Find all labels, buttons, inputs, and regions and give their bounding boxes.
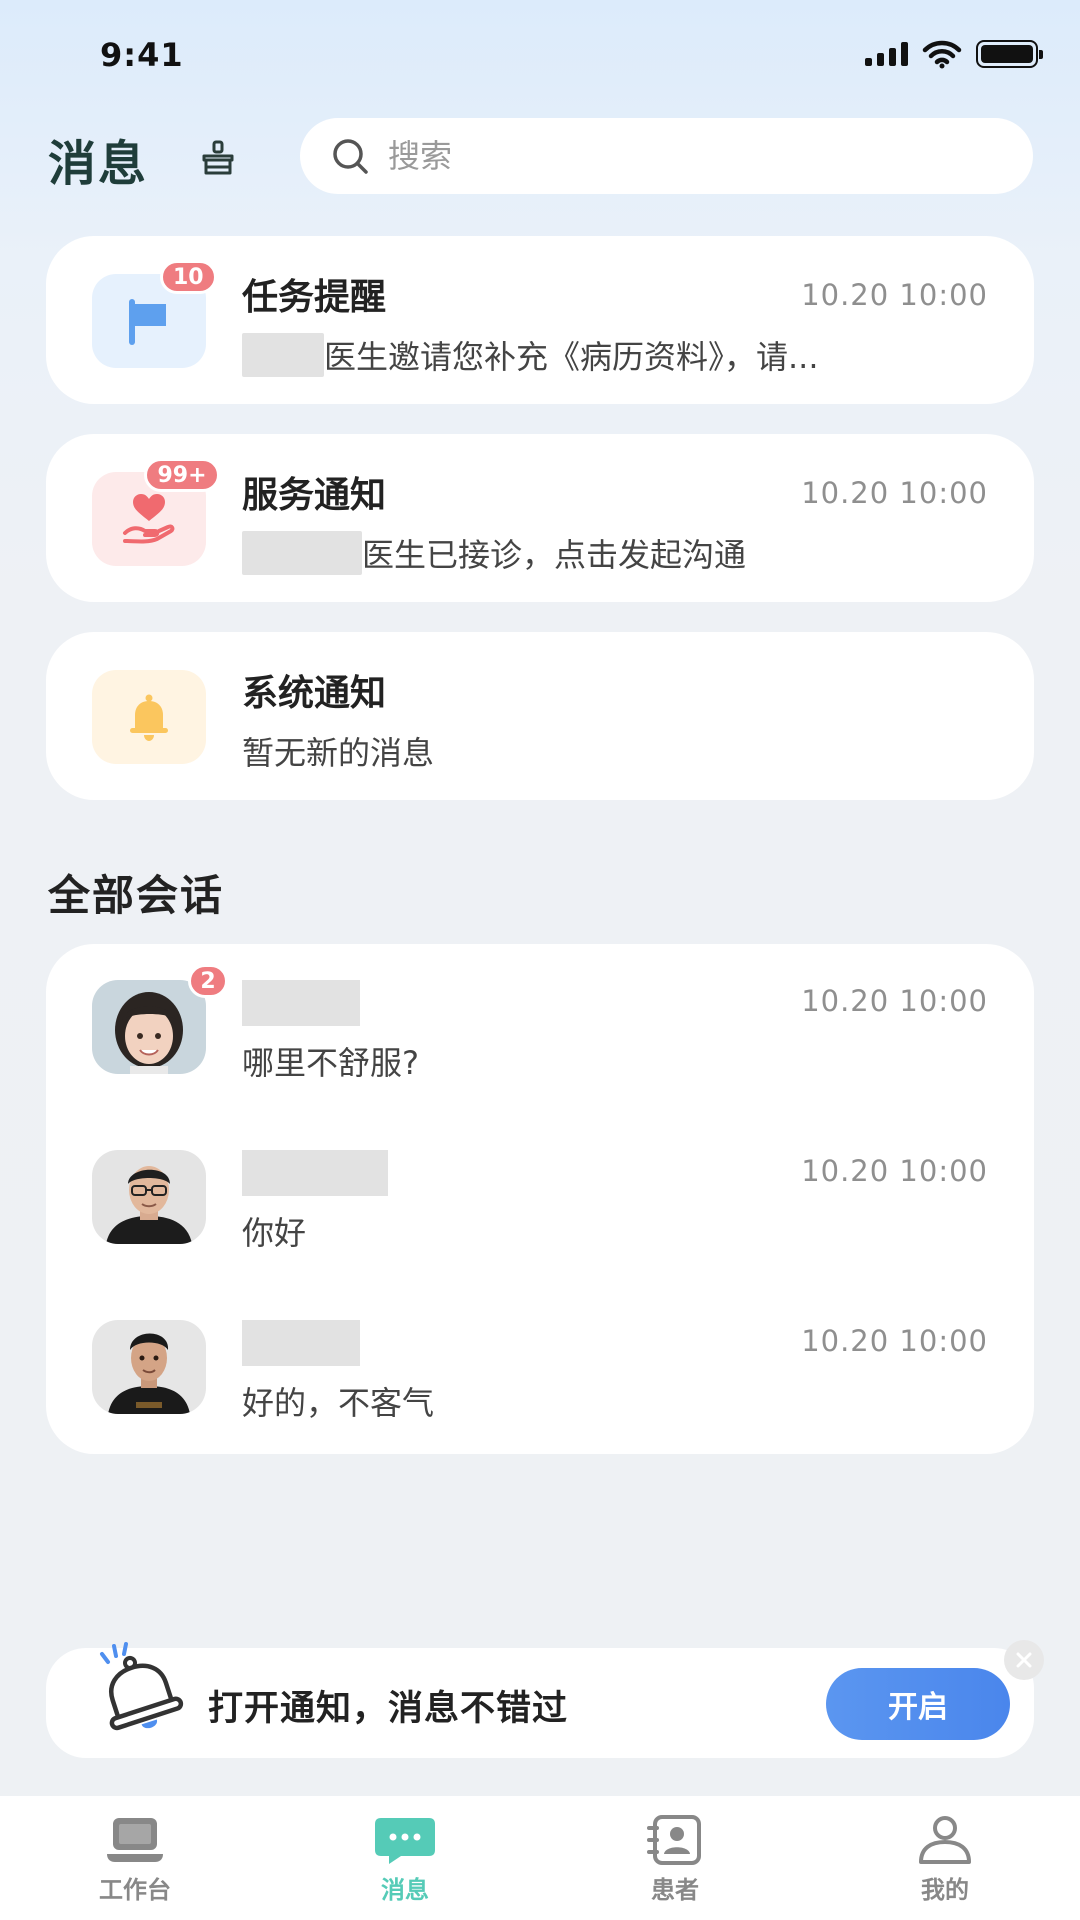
task-reminder-card[interactable]: 10 任务提醒 10.20 10:00 医生邀请您补充《病历资料》，请... <box>46 236 1034 404</box>
redacted-contact-name <box>242 1150 388 1196</box>
conversation-item[interactable]: 10.20 10:00 好的，不客气 <box>46 1284 1034 1422</box>
conversation-item[interactable]: 2 10.20 10:00 哪里不舒服? <box>46 944 1034 1082</box>
close-icon <box>1016 1652 1032 1668</box>
contacts-icon <box>647 1815 701 1865</box>
notification-time: 10.20 10:00 <box>801 278 988 312</box>
clear-unread-button[interactable] <box>196 136 240 180</box>
man-avatar <box>92 1320 206 1414</box>
notification-time: 10.20 10:00 <box>801 476 988 510</box>
tab-label: 我的 <box>921 1876 969 1904</box>
status-icons <box>865 36 1043 72</box>
unread-badge: 99+ <box>144 458 220 492</box>
conversation-preview: 哪里不舒服? <box>242 1044 419 1082</box>
conversation-preview: 好的，不客气 <box>242 1384 435 1422</box>
bell-icon <box>92 670 206 764</box>
battery-icon <box>976 40 1043 68</box>
wifi-icon <box>922 40 962 69</box>
tab-label: 消息 <box>381 1876 429 1904</box>
notification-title: 任务提醒 <box>242 277 387 318</box>
notification-message-text: 医生邀请您补充《病历资料》，请... <box>324 338 819 376</box>
broom-icon <box>202 140 234 175</box>
redacted-name <box>242 333 324 377</box>
conversation-list: 2 10.20 10:00 哪里不舒服? 10.20 10:00 你好 10.2… <box>46 944 1034 1454</box>
system-notice-card[interactable]: 系统通知 暂无新的消息 <box>46 632 1034 800</box>
search-icon <box>333 139 368 174</box>
tab-label: 患者 <box>651 1876 699 1904</box>
notification-title: 系统通知 <box>242 673 387 714</box>
page-title: 消息 <box>48 136 149 192</box>
notification-message-text: 医生已接诊，点击发起沟通 <box>362 536 747 574</box>
man-glasses-avatar <box>92 1150 206 1244</box>
redacted-contact-name <box>242 980 360 1026</box>
conversation-preview: 你好 <box>242 1214 307 1252</box>
tab-workbench[interactable]: 工作台 <box>0 1796 270 1920</box>
unread-badge: 10 <box>160 260 217 294</box>
bell-outline-icon <box>100 1642 184 1731</box>
conversation-time: 10.20 10:00 <box>801 984 988 1018</box>
child-avatar <box>92 980 206 1074</box>
redacted-contact-name <box>242 1320 360 1366</box>
notification-title: 服务通知 <box>242 475 387 516</box>
notification-permission-banner: 打开通知，消息不错过 开启 <box>46 1642 1034 1758</box>
bottom-tab-bar: 工作台 消息 患者 我的 <box>0 1796 1080 1920</box>
service-notice-card[interactable]: 99+ 服务通知 10.20 10:00 医生已接诊，点击发起沟通 <box>46 434 1034 602</box>
search-bar[interactable] <box>300 118 1033 194</box>
notification-message: 医生已接诊，点击发起沟通 <box>242 530 746 576</box>
redacted-name <box>242 531 362 575</box>
enable-notifications-button[interactable]: 开启 <box>826 1668 1010 1740</box>
notification-message: 医生邀请您补充《病历资料》，请... <box>242 332 819 378</box>
conversation-time: 10.20 10:00 <box>801 1154 988 1188</box>
tab-messages[interactable]: 消息 <box>270 1796 540 1920</box>
conversation-time: 10.20 10:00 <box>801 1324 988 1358</box>
unread-badge: 2 <box>188 964 228 998</box>
search-input[interactable] <box>388 137 948 175</box>
chat-icon <box>375 1818 435 1864</box>
all-conversations-title: 全部会话 <box>48 871 225 920</box>
tab-patients[interactable]: 患者 <box>540 1796 810 1920</box>
status-time: 9:41 <box>100 36 184 74</box>
tab-label: 工作台 <box>99 1876 171 1904</box>
notification-message: 暂无新的消息 <box>242 734 435 772</box>
laptop-icon <box>107 1818 163 1862</box>
tab-profile[interactable]: 我的 <box>810 1796 1080 1920</box>
close-banner-button[interactable] <box>1004 1640 1044 1680</box>
notify-banner-text: 打开通知，消息不错过 <box>208 1689 569 1729</box>
conversation-item[interactable]: 10.20 10:00 你好 <box>46 1114 1034 1252</box>
cellular-signal-icon <box>865 42 908 66</box>
user-icon <box>919 1816 971 1864</box>
